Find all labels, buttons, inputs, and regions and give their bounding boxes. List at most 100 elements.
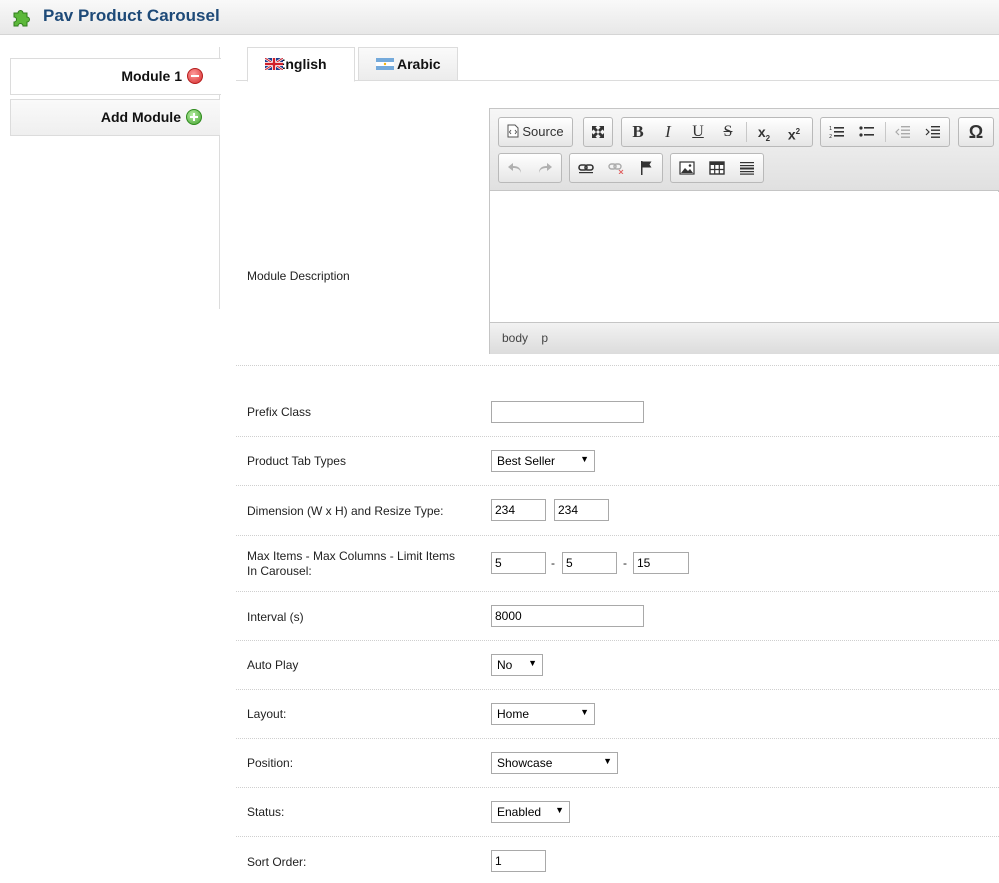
dropdown-arrow-icon: ▼ bbox=[528, 658, 537, 668]
dropdown-arrow-icon: ▼ bbox=[603, 756, 612, 766]
sort-order-input[interactable] bbox=[491, 850, 546, 872]
auto-play-value: No bbox=[497, 658, 513, 672]
position-label: Position: bbox=[247, 756, 294, 770]
table-button[interactable] bbox=[703, 154, 731, 182]
toolbar-group-document: Source bbox=[498, 117, 573, 147]
italic-button[interactable]: I bbox=[654, 118, 682, 146]
editor-content-area[interactable] bbox=[490, 192, 999, 322]
layout-row: Layout: Home ▼ bbox=[236, 690, 999, 739]
toolbar-group-paragraph: 12 bbox=[820, 117, 950, 147]
path-item-body[interactable]: body bbox=[502, 331, 528, 345]
special-character-button[interactable]: Ω bbox=[961, 118, 991, 146]
width-input[interactable] bbox=[491, 499, 546, 521]
toolbar-group-tools bbox=[583, 117, 613, 147]
outdent-button[interactable] bbox=[889, 118, 917, 146]
max-columns-input[interactable] bbox=[562, 552, 617, 574]
outdent-icon bbox=[895, 126, 910, 138]
strikethrough-button[interactable]: S bbox=[714, 118, 742, 146]
toolbar-group-links bbox=[569, 153, 663, 183]
interval-input[interactable] bbox=[491, 605, 644, 627]
status-value: Enabled bbox=[497, 805, 542, 819]
undo-button[interactable] bbox=[501, 154, 529, 182]
page-header: Pav Product Carousel bbox=[0, 0, 999, 35]
puzzle-icon bbox=[13, 10, 30, 27]
prefix-class-input[interactable] bbox=[491, 401, 644, 423]
image-button[interactable] bbox=[673, 154, 701, 182]
max-items-input[interactable] bbox=[491, 552, 546, 574]
toolbar-group-basicstyles: B I U S x2 x2 bbox=[621, 117, 813, 147]
language-tabs: English Arabic bbox=[236, 47, 999, 82]
superscript-button[interactable]: x2 bbox=[780, 118, 808, 146]
bulleted-list-button[interactable] bbox=[853, 118, 881, 146]
height-input[interactable] bbox=[554, 499, 609, 521]
rich-text-editor: Source B I U S x2 x2 12 Ω body p bbox=[489, 108, 999, 354]
dropdown-arrow-icon: ▼ bbox=[555, 805, 564, 815]
source-icon bbox=[507, 124, 519, 138]
max-items-label: Max Items - Max Columns - Limit Items In… bbox=[247, 549, 456, 578]
interval-label: Interval (s) bbox=[247, 610, 304, 624]
numbered-list-icon: 12 bbox=[829, 126, 844, 140]
position-value: Showcase bbox=[497, 756, 553, 770]
tab-english[interactable]: English bbox=[247, 47, 355, 82]
source-button[interactable]: Source bbox=[499, 118, 572, 146]
maximize-icon bbox=[592, 126, 604, 138]
position-select[interactable]: Showcase ▼ bbox=[491, 752, 618, 774]
anchor-flag-icon bbox=[641, 161, 652, 175]
product-tab-types-label: Product Tab Types bbox=[247, 454, 346, 468]
numbered-list-button[interactable]: 12 bbox=[823, 118, 851, 146]
product-tab-types-row: Product Tab Types Best Seller ▼ bbox=[236, 437, 999, 486]
interval-row: Interval (s) bbox=[236, 592, 999, 641]
anchor-button[interactable] bbox=[632, 154, 660, 182]
horizontal-rule-icon bbox=[740, 162, 754, 175]
indent-button[interactable] bbox=[919, 118, 947, 146]
source-label: Source bbox=[522, 124, 564, 139]
prefix-class-label: Prefix Class bbox=[247, 405, 312, 419]
toolbar-group-undo bbox=[498, 153, 562, 183]
unlink-button[interactable] bbox=[602, 154, 630, 182]
underline-button[interactable]: U bbox=[684, 118, 712, 146]
tab-arabic[interactable]: Arabic bbox=[358, 47, 458, 81]
tab-english-label: English bbox=[276, 56, 327, 72]
dropdown-arrow-icon: ▼ bbox=[580, 454, 589, 464]
link-icon bbox=[578, 164, 594, 174]
separator-dash: - bbox=[551, 556, 555, 570]
undo-icon bbox=[508, 163, 521, 173]
remove-icon[interactable] bbox=[187, 68, 203, 84]
layout-select[interactable]: Home ▼ bbox=[491, 703, 595, 725]
toolbar-group-insert-char: Ω bbox=[958, 117, 994, 147]
indent-icon bbox=[925, 126, 940, 138]
add-module-label: Add Module bbox=[100, 109, 181, 125]
tab-arabic-label: Arabic bbox=[397, 56, 441, 72]
maximize-button[interactable] bbox=[584, 118, 612, 146]
redo-button[interactable] bbox=[531, 154, 559, 182]
layout-value: Home bbox=[497, 707, 530, 721]
add-module-button[interactable]: Add Module bbox=[10, 99, 220, 136]
auto-play-label: Auto Play bbox=[247, 658, 299, 672]
link-button[interactable] bbox=[572, 154, 600, 182]
product-tab-types-select[interactable]: Best Seller ▼ bbox=[491, 450, 595, 472]
svg-text:2: 2 bbox=[829, 134, 832, 139]
module-tabs: Module 1 Add Module bbox=[10, 47, 221, 309]
module-description-label: Module Description bbox=[247, 269, 350, 283]
bold-button[interactable]: B bbox=[624, 118, 652, 146]
svg-text:1: 1 bbox=[829, 126, 832, 132]
uk-flag-icon bbox=[265, 58, 283, 70]
path-item-p[interactable]: p bbox=[541, 331, 548, 345]
toolbar-group-insert bbox=[670, 153, 764, 183]
status-select[interactable]: Enabled ▼ bbox=[491, 801, 570, 823]
table-icon bbox=[709, 161, 725, 175]
subscript-button[interactable]: x2 bbox=[750, 118, 778, 146]
product-tab-types-value: Best Seller bbox=[497, 454, 556, 468]
separator-dash: - bbox=[623, 556, 627, 570]
unlink-icon bbox=[608, 163, 624, 175]
module-tab-1[interactable]: Module 1 bbox=[10, 58, 221, 95]
add-icon bbox=[186, 109, 202, 125]
auto-play-select[interactable]: No ▼ bbox=[491, 654, 543, 676]
carousel-limit-input[interactable] bbox=[633, 552, 689, 574]
prefix-class-row: Prefix Class bbox=[236, 366, 999, 437]
layout-label: Layout: bbox=[247, 707, 287, 721]
max-items-row: Max Items - Max Columns - Limit Items In… bbox=[236, 536, 999, 592]
position-row: Position: Showcase ▼ bbox=[236, 739, 999, 788]
horizontal-rule-button[interactable] bbox=[733, 154, 761, 182]
editor-element-path: body p bbox=[490, 322, 999, 354]
